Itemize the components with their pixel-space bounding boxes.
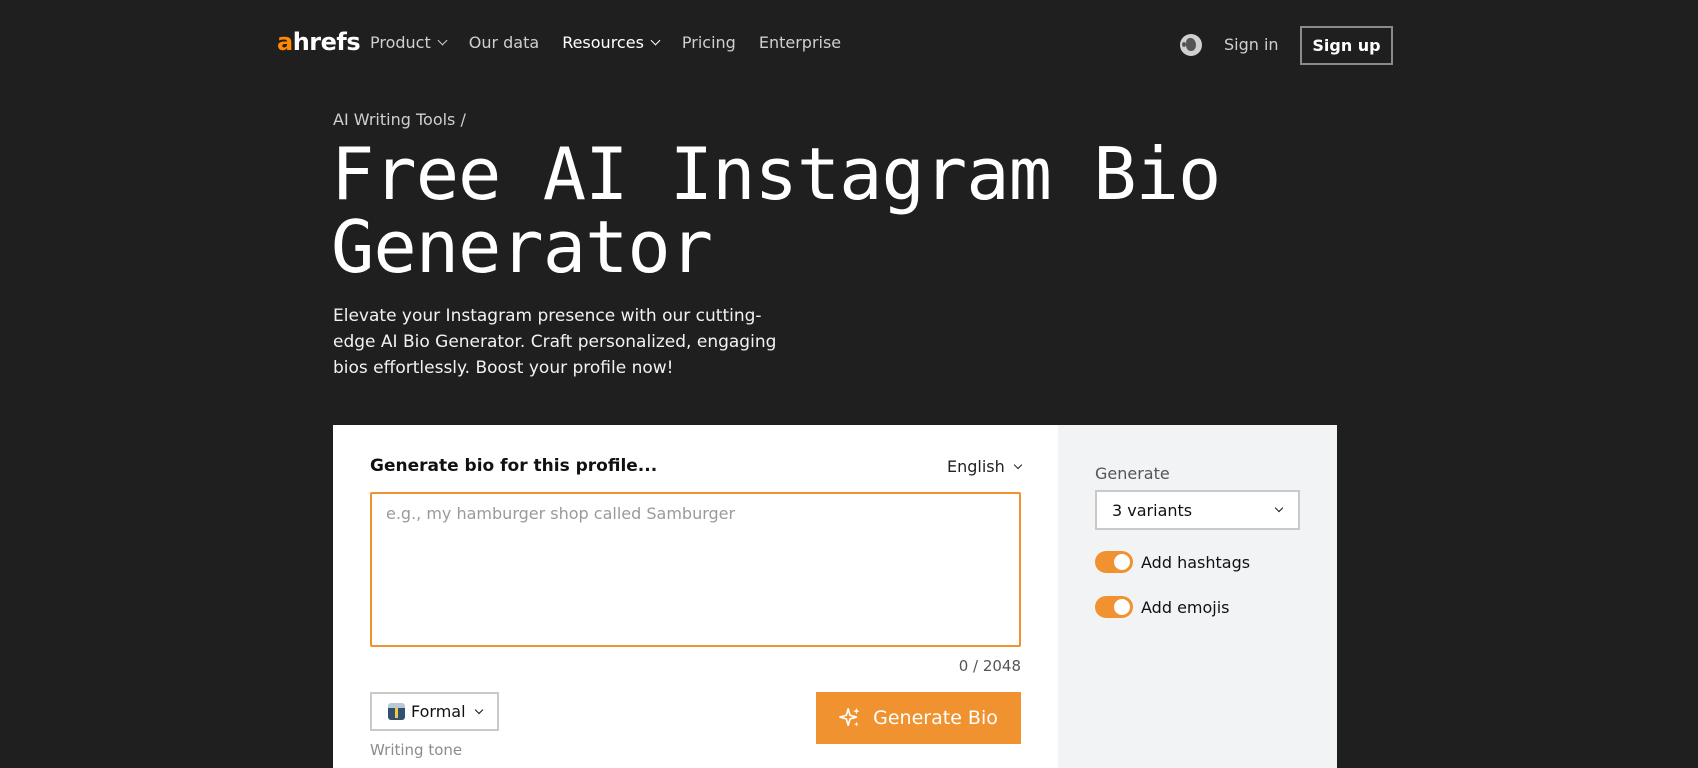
- hashtags-toggle[interactable]: [1095, 551, 1133, 573]
- nav-item-resources[interactable]: Resources: [562, 33, 661, 52]
- nav-item-pricing-label: Pricing: [681, 33, 736, 52]
- nav-item-our-data-label: Our data: [468, 33, 540, 52]
- page-title: Free AI Instagram Bio Generator: [331, 138, 1231, 284]
- writing-tone-value: Formal: [411, 702, 466, 721]
- chevron-down-icon: [1274, 503, 1284, 513]
- nav-item-pricing[interactable]: Pricing: [682, 33, 736, 52]
- nav-item-product-label: Product: [370, 33, 431, 52]
- ahrefs-logo[interactable]: ahrefs: [277, 28, 361, 56]
- character-counter: 0 / 2048: [958, 657, 1021, 675]
- nav-item-enterprise[interactable]: Enterprise: [759, 33, 841, 52]
- variants-select[interactable]: 3 variants: [1095, 490, 1300, 530]
- sparkle-icon: [839, 707, 860, 727]
- nav-item-our-data[interactable]: Our data: [469, 33, 539, 52]
- chevron-down-icon: [650, 35, 661, 46]
- nav-item-resources-label: Resources: [562, 33, 644, 52]
- breadcrumb[interactable]: AI Writing Tools /: [333, 110, 466, 129]
- tool-heading: Generate bio for this profile...: [370, 456, 658, 476]
- page-subtitle: Elevate your Instagram presence with our…: [333, 306, 777, 378]
- sign-in-link[interactable]: Sign in: [1224, 35, 1279, 54]
- profile-description-input[interactable]: [370, 492, 1021, 647]
- nav-item-product[interactable]: Product: [370, 33, 448, 52]
- top-nav: ahrefs Product Our data Resources Pricin…: [0, 0, 1698, 90]
- page-title-line-1: Free AI Instagram Bio: [331, 132, 1221, 216]
- language-select-value: English: [947, 457, 1005, 476]
- sign-up-button[interactable]: Sign up: [1300, 26, 1393, 65]
- generate-count-label: Generate: [1095, 464, 1170, 483]
- writing-tone-select[interactable]: Formal: [370, 692, 499, 731]
- globe-icon[interactable]: [1180, 34, 1202, 56]
- chevron-down-icon: [474, 705, 483, 714]
- generate-bio-button-label: Generate Bio: [873, 707, 998, 729]
- chevron-down-icon: [1013, 460, 1023, 469]
- necktie-person-icon: [388, 703, 405, 720]
- emojis-option: Add emojis: [1095, 596, 1230, 618]
- emojis-toggle-label: Add emojis: [1141, 597, 1230, 617]
- nav-item-enterprise-label: Enterprise: [758, 33, 842, 52]
- hashtags-option: Add hashtags: [1095, 551, 1250, 573]
- generate-bio-button[interactable]: Generate Bio: [816, 692, 1021, 744]
- writing-tone-label: Writing tone: [370, 741, 463, 759]
- chevron-down-icon: [437, 35, 448, 46]
- page-title-line-2: Generator: [331, 205, 713, 289]
- emojis-toggle[interactable]: [1095, 596, 1133, 618]
- nav-links: Product Our data Resources Pricing Enter…: [370, 33, 864, 52]
- variants-select-value: 3 variants: [1112, 500, 1193, 520]
- language-select[interactable]: English: [947, 457, 1023, 476]
- hashtags-toggle-label: Add hashtags: [1141, 552, 1251, 572]
